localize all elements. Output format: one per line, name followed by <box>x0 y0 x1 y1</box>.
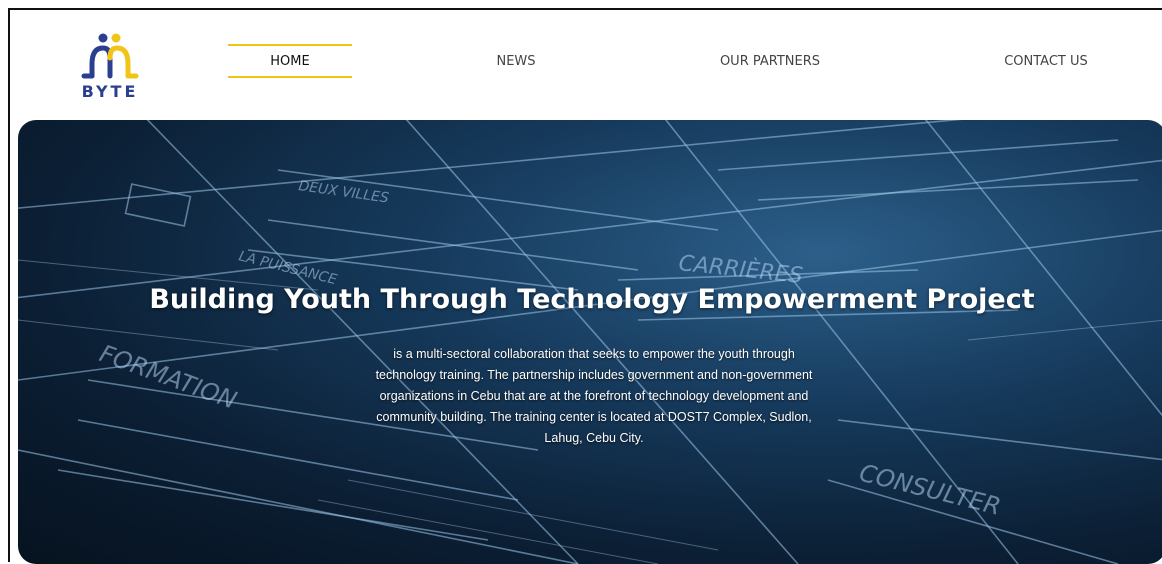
nav-home[interactable]: HOME <box>228 44 352 78</box>
hero-banner: DEUX VILLES LA PUISSANCE FORMATION CARRI… <box>18 120 1162 564</box>
blueprint-sketch-background: DEUX VILLES LA PUISSANCE FORMATION CARRI… <box>18 120 1162 564</box>
sketch-word-formation: FORMATION <box>96 339 240 414</box>
sketch-word-consulter: CONSULTER <box>857 459 1004 521</box>
sketch-word-deux-villes: DEUX VILLES <box>297 178 389 207</box>
page-frame: BYTE HOME NEWS OUR PARTNERS CONTACT US D… <box>8 8 1162 564</box>
byte-logo-icon <box>81 33 139 79</box>
logo-wordmark: BYTE <box>81 82 139 101</box>
hero-description: is a multi-sectoral collaboration that s… <box>375 347 813 445</box>
nav-our-partners[interactable]: OUR PARTNERS <box>700 44 840 78</box>
byte-logo[interactable]: BYTE <box>72 24 148 104</box>
nav-contact-us[interactable]: CONTACT US <box>986 44 1106 78</box>
nav-news[interactable]: NEWS <box>466 44 566 78</box>
top-navbar: BYTE HOME NEWS OUR PARTNERS CONTACT US <box>10 10 1162 118</box>
hero-title: Building Youth Through Technology Empowe… <box>149 284 1035 315</box>
